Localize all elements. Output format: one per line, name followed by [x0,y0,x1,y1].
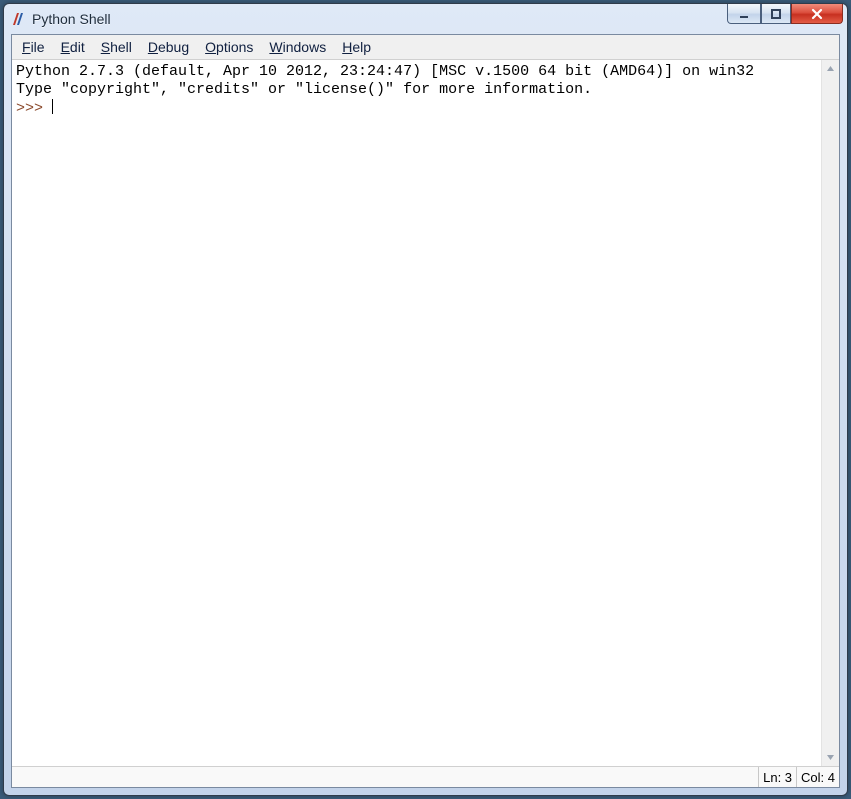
close-button[interactable] [791,4,843,24]
menu-file[interactable]: File [14,37,53,57]
window-controls [727,4,847,34]
status-col: Col: 4 [796,767,839,787]
window-title: Python Shell [32,11,111,27]
client-area: File Edit Shell Debug Options Windows He… [11,34,840,788]
menu-shell[interactable]: Shell [93,37,140,57]
status-bar: Ln: 3 Col: 4 [12,766,839,787]
status-line: Ln: 3 [758,767,796,787]
window-frame: Python Shell File Edit Shell Debug Optio… [3,3,848,796]
title-bar[interactable]: Python Shell [4,4,847,34]
maximize-button[interactable] [761,4,791,24]
status-filler [12,767,758,787]
content-row: Python 2.7.3 (default, Apr 10 2012, 23:2… [12,60,839,766]
banner-line-2: Type "copyright", "credits" or "license(… [16,81,592,98]
minimize-button[interactable] [727,4,761,24]
scroll-down-arrow-icon[interactable] [822,749,839,766]
banner-line-1: Python 2.7.3 (default, Apr 10 2012, 23:2… [16,63,754,80]
menu-windows[interactable]: Windows [261,37,334,57]
menu-edit[interactable]: Edit [53,37,93,57]
text-cursor [52,99,53,114]
menu-options[interactable]: Options [197,37,261,57]
menu-bar: File Edit Shell Debug Options Windows He… [12,35,839,60]
menu-debug[interactable]: Debug [140,37,197,57]
shell-prompt: >>> [16,100,52,117]
scroll-up-arrow-icon[interactable] [822,60,839,77]
menu-help[interactable]: Help [334,37,379,57]
tk-feather-icon [10,11,26,27]
vertical-scrollbar[interactable] [821,60,839,766]
shell-output[interactable]: Python 2.7.3 (default, Apr 10 2012, 23:2… [12,60,821,766]
